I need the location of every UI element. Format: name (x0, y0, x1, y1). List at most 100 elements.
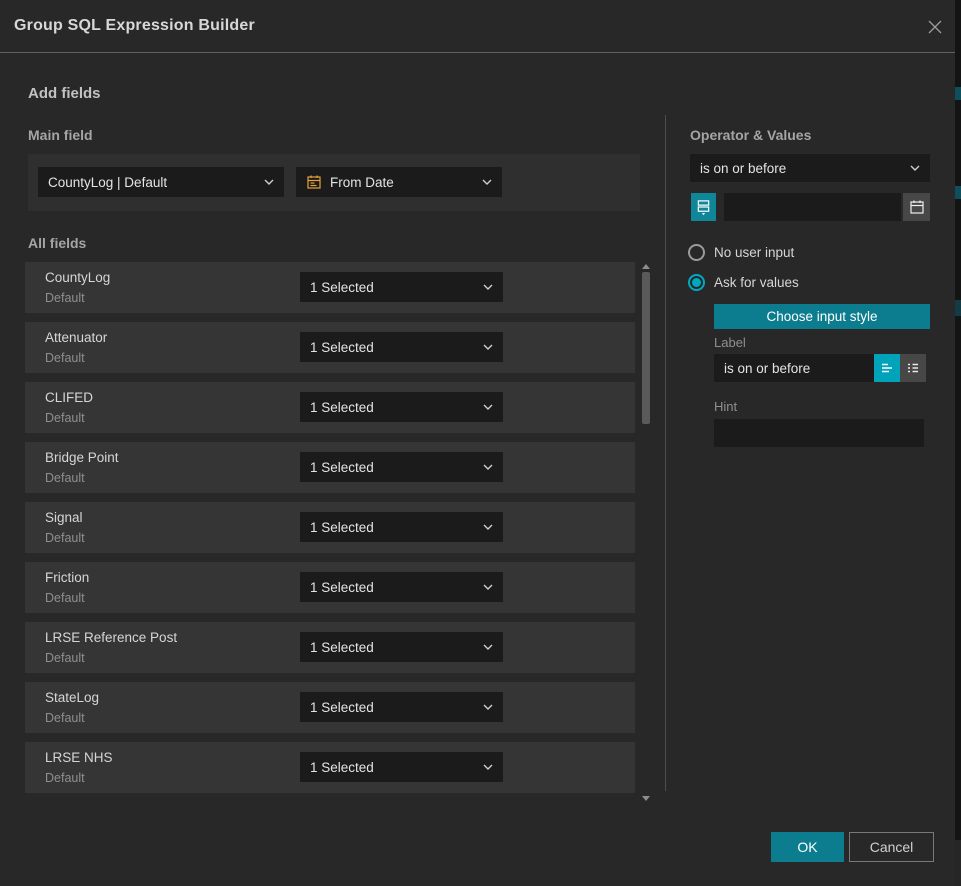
hint-field-label: Hint (714, 399, 737, 414)
chevron-down-icon (258, 179, 274, 185)
align-left-lines-icon (879, 360, 895, 376)
radio-ask-for-values[interactable]: Ask for values (688, 274, 799, 291)
layer-select-value: CountyLog | Default (48, 175, 167, 190)
field-row-friction: Friction Default 1 Selected (25, 562, 635, 613)
selection-value: 1 Selected (310, 280, 374, 295)
field-selection-select[interactable]: 1 Selected (300, 452, 503, 482)
selection-value: 1 Selected (310, 580, 374, 595)
chevron-down-icon (477, 584, 493, 590)
chevron-down-icon (477, 524, 493, 530)
chevron-down-icon (477, 344, 493, 350)
add-fields-heading: Add fields (28, 85, 101, 102)
chevron-down-icon (477, 404, 493, 410)
field-sublabel: Default (45, 711, 85, 725)
field-selection-select[interactable]: 1 Selected (300, 692, 503, 722)
operator-select[interactable]: is on or before (690, 154, 930, 182)
label-style-single-line-button[interactable] (874, 354, 900, 382)
selection-value: 1 Selected (310, 340, 374, 355)
close-button[interactable] (924, 16, 946, 38)
field-sublabel: Default (45, 771, 85, 785)
chevron-down-icon (477, 764, 493, 770)
value-type-button[interactable] (691, 193, 716, 221)
field-sublabel: Default (45, 471, 85, 485)
field-select[interactable]: From Date (296, 167, 502, 197)
scrollbar-thumb[interactable] (642, 272, 650, 424)
scroll-down-arrow-icon[interactable] (642, 796, 650, 801)
selection-value: 1 Selected (310, 760, 374, 775)
selection-value: 1 Selected (310, 520, 374, 535)
field-row-statelog: StateLog Default 1 Selected (25, 682, 635, 733)
field-row-countylog: CountyLog Default 1 Selected (25, 262, 635, 313)
field-sublabel: Default (45, 531, 85, 545)
main-field-label: Main field (28, 127, 93, 143)
radio-label: Ask for values (714, 275, 799, 290)
label-input[interactable] (714, 354, 874, 382)
all-fields-label: All fields (28, 235, 86, 251)
group-sql-expression-builder-dialog: Group SQL Expression Builder Add fields … (0, 0, 955, 886)
field-name: CLIFED (45, 390, 93, 405)
field-row-clifed: CLIFED Default 1 Selected (25, 382, 635, 433)
field-name: Signal (45, 510, 83, 525)
background-app-edge (955, 0, 961, 886)
label-style-list-button[interactable] (900, 354, 926, 382)
field-name: LRSE Reference Post (45, 630, 177, 645)
operator-select-value: is on or before (700, 161, 786, 176)
field-row-lrse-nhs: LRSE NHS Default 1 Selected (25, 742, 635, 793)
chevron-down-icon (477, 644, 493, 650)
calendar-icon (909, 199, 925, 215)
chevron-down-icon (477, 284, 493, 290)
hint-input[interactable] (714, 419, 924, 447)
value-input[interactable] (724, 193, 901, 221)
field-row-lrse-reference-post: LRSE Reference Post Default 1 Selected (25, 622, 635, 673)
ok-button[interactable]: OK (771, 832, 844, 862)
selection-value: 1 Selected (310, 700, 374, 715)
radio-unselected-icon (688, 244, 705, 261)
field-sublabel: Default (45, 591, 85, 605)
field-row-bridge-point: Bridge Point Default 1 Selected (25, 442, 635, 493)
choose-input-style-button[interactable]: Choose input style (714, 304, 930, 329)
bulleted-list-icon (905, 360, 921, 376)
field-name: Attenuator (45, 330, 107, 345)
field-selection-select[interactable]: 1 Selected (300, 512, 503, 542)
field-selection-select[interactable]: 1 Selected (300, 752, 503, 782)
field-name: StateLog (45, 690, 99, 705)
selection-value: 1 Selected (310, 640, 374, 655)
main-field-box: CountyLog | Default From Date (28, 154, 640, 211)
chevron-down-icon (904, 165, 920, 171)
layer-select[interactable]: CountyLog | Default (38, 167, 284, 197)
label-field-label: Label (714, 335, 746, 350)
panel-divider (665, 115, 666, 791)
radio-selected-icon (688, 274, 705, 291)
date-picker-button[interactable] (903, 193, 930, 221)
selection-value: 1 Selected (310, 400, 374, 415)
field-name: Friction (45, 570, 89, 585)
chevron-down-icon (476, 179, 492, 185)
list-scrollbar[interactable] (641, 262, 652, 803)
field-row-signal: Signal Default 1 Selected (25, 502, 635, 553)
dialog-title: Group SQL Expression Builder (14, 17, 255, 35)
close-icon (927, 19, 943, 35)
field-selection-select[interactable]: 1 Selected (300, 392, 503, 422)
field-name: CountyLog (45, 270, 110, 285)
field-name: Bridge Point (45, 450, 119, 465)
field-select-value: From Date (330, 175, 394, 190)
field-selection-select[interactable]: 1 Selected (300, 272, 503, 302)
field-selection-select[interactable]: 1 Selected (300, 632, 503, 662)
field-sublabel: Default (45, 351, 85, 365)
radio-label: No user input (714, 245, 794, 260)
stacked-rows-dropdown-icon (696, 198, 711, 216)
field-sublabel: Default (45, 411, 85, 425)
field-sublabel: Default (45, 651, 85, 665)
field-selection-select[interactable]: 1 Selected (300, 332, 503, 362)
field-selection-select[interactable]: 1 Selected (300, 572, 503, 602)
titlebar: Group SQL Expression Builder (0, 0, 955, 53)
scroll-up-arrow-icon[interactable] (642, 264, 650, 269)
cancel-button[interactable]: Cancel (849, 832, 934, 862)
field-sublabel: Default (45, 291, 85, 305)
radio-no-user-input[interactable]: No user input (688, 244, 794, 261)
operator-values-heading: Operator & Values (690, 127, 811, 143)
chevron-down-icon (477, 704, 493, 710)
field-row-attenuator: Attenuator Default 1 Selected (25, 322, 635, 373)
background-fleck (955, 840, 961, 886)
chevron-down-icon (477, 464, 493, 470)
